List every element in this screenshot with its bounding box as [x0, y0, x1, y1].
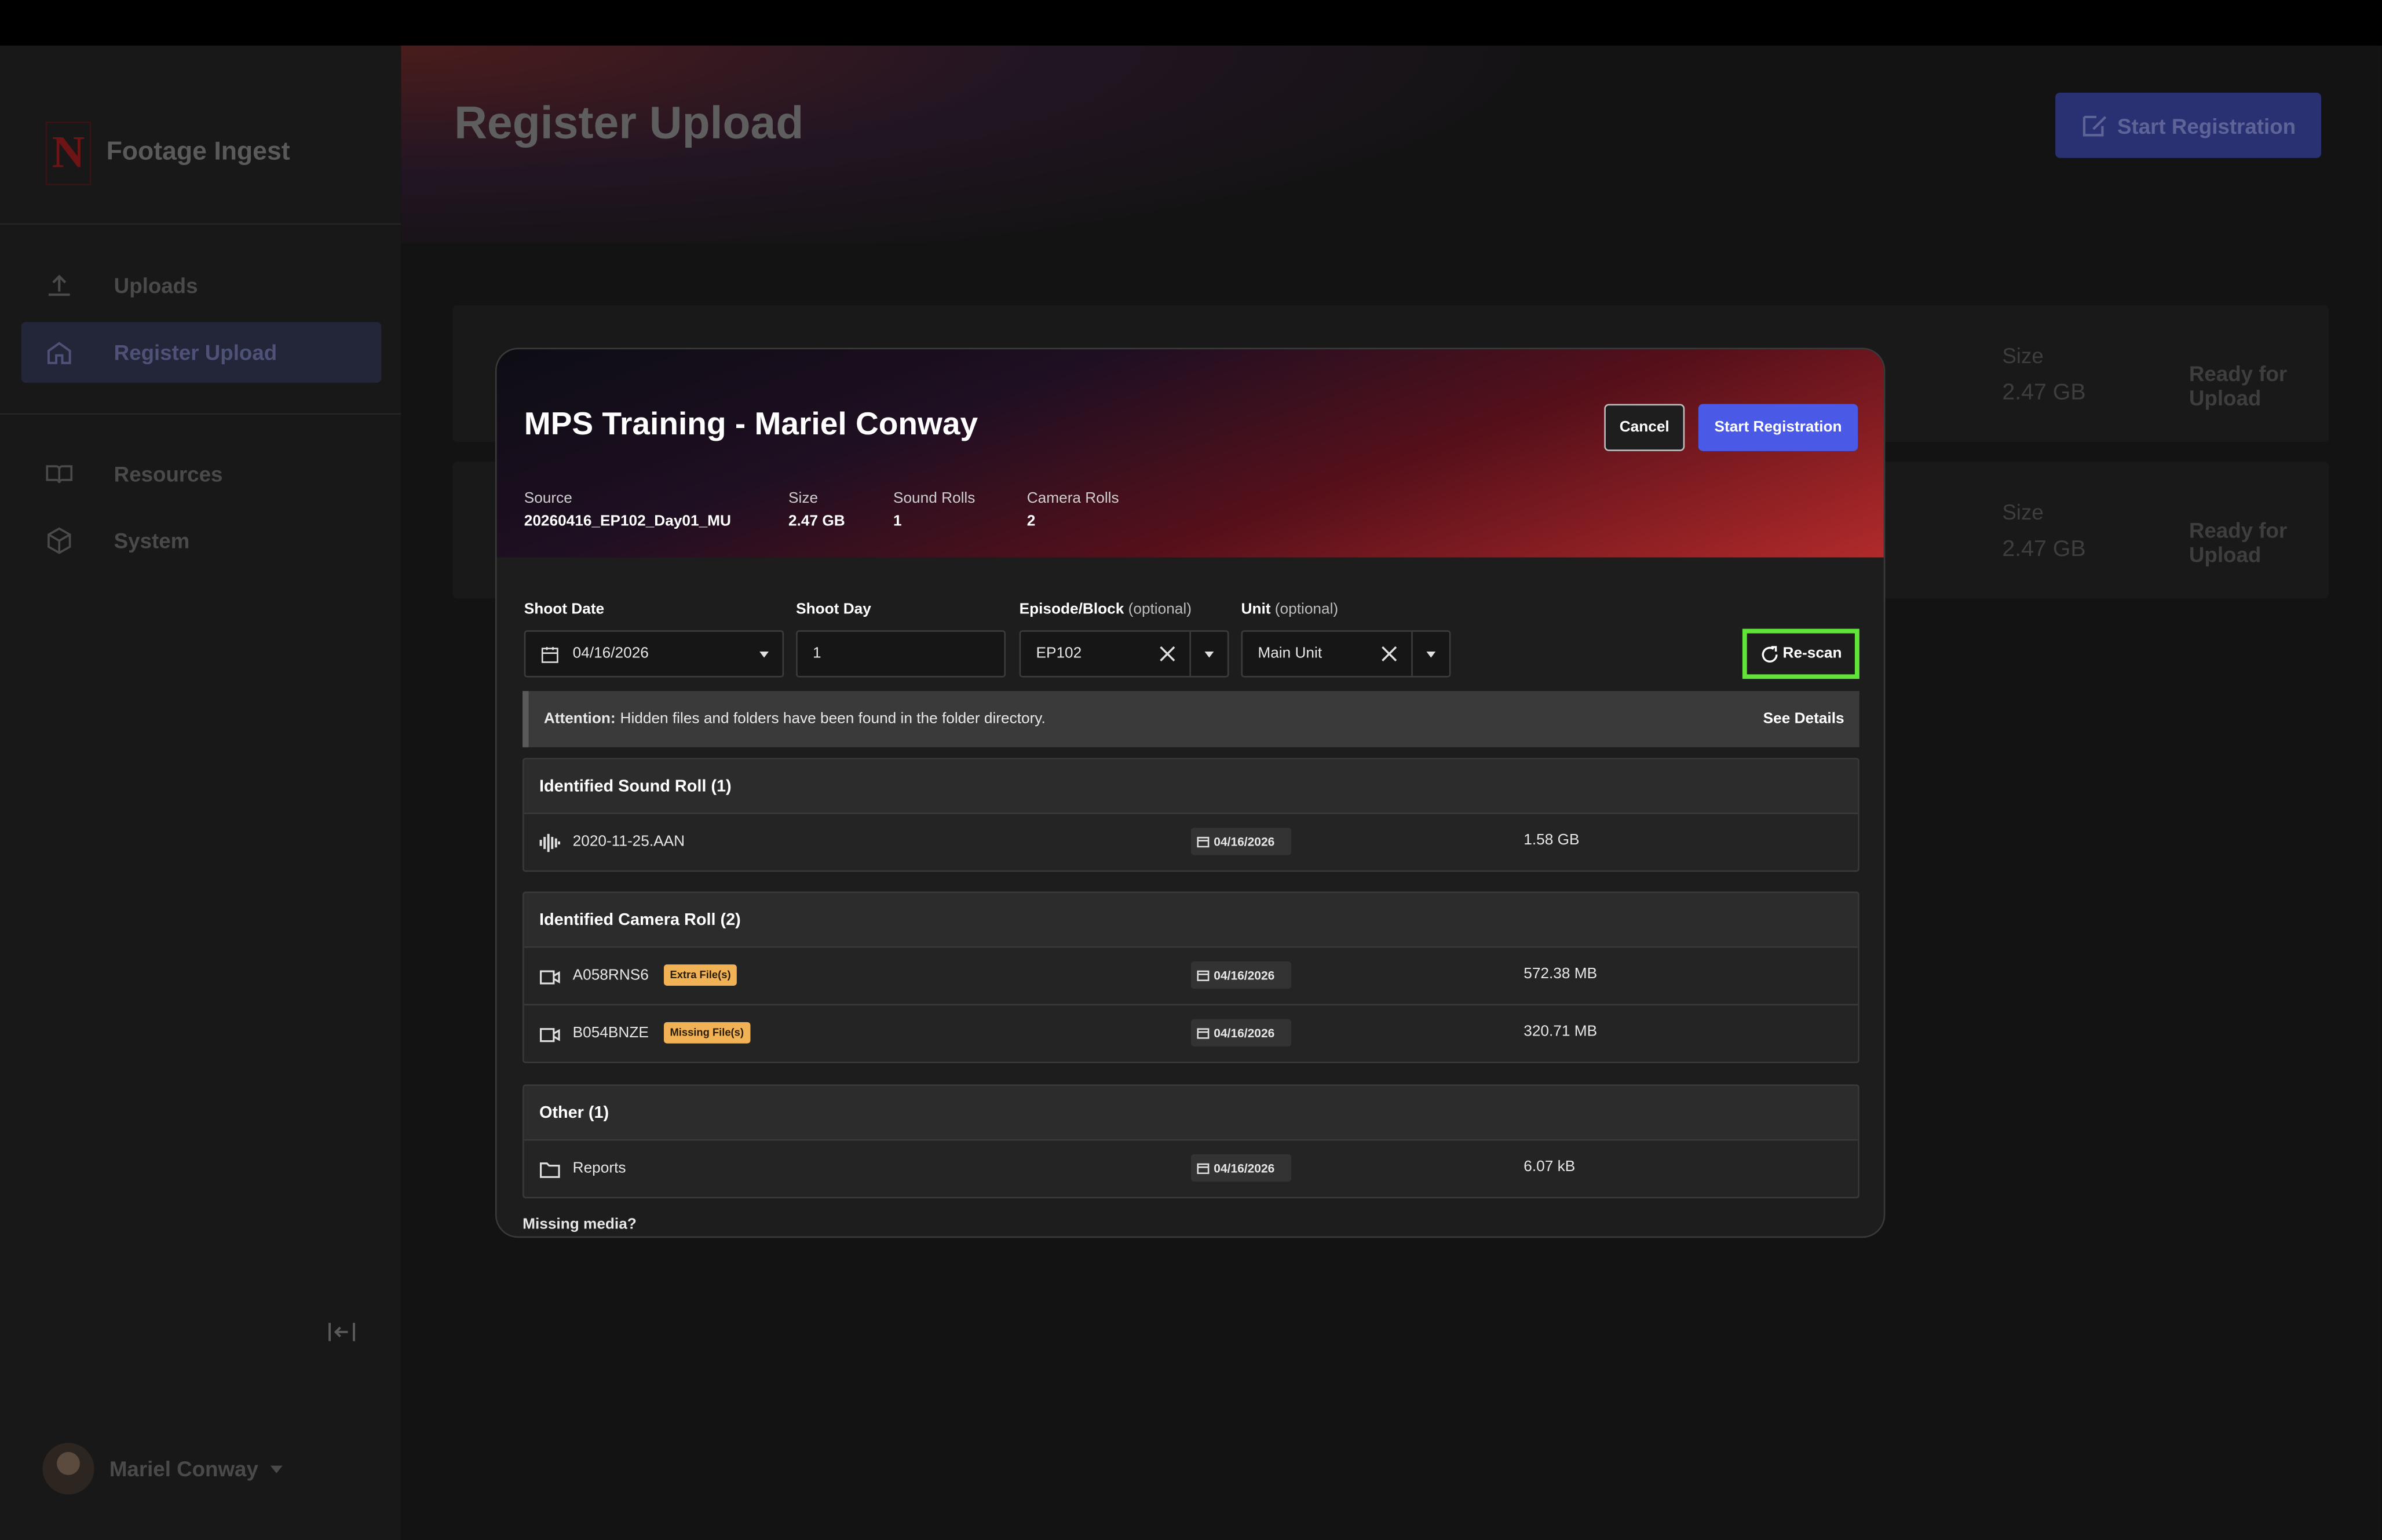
sidebar-item-label: Register Upload — [114, 340, 277, 365]
netflix-logo: N — [45, 121, 92, 185]
shoot-day-label: Shoot Day — [796, 601, 871, 619]
app-window: N Footage Ingest Uploads Register Upload… — [0, 0, 2382, 1540]
modal-title: MPS Training - Mariel Conway — [524, 407, 978, 442]
list-item[interactable]: Reports 04/16/2026 6.07 kB — [524, 1139, 1858, 1197]
other-section: Other (1) Reports 04/16/2026 6.07 kB — [523, 1084, 1859, 1199]
missing-files-badge: Missing File(s) — [663, 1022, 750, 1044]
avatar — [42, 1443, 94, 1495]
chevron-down-icon[interactable] — [1426, 652, 1436, 658]
start-registration-button[interactable]: Start Registration — [1698, 404, 1858, 451]
calendar-icon — [1197, 1163, 1210, 1175]
shoot-date-picker[interactable]: 04/16/2026 — [524, 630, 784, 678]
video-camera-icon — [539, 1023, 561, 1045]
user-name: Mariel Conway — [109, 1456, 258, 1481]
section-header: Other (1) — [524, 1086, 1858, 1139]
chevron-down-icon — [270, 1465, 283, 1473]
date-chip: 04/16/2026 — [1190, 1019, 1292, 1047]
registration-modal: MPS Training - Mariel Conway Cancel Star… — [495, 347, 1886, 1238]
edit-icon — [2083, 115, 2106, 136]
collapse-sidebar-icon[interactable] — [325, 1318, 359, 1345]
shoot-date-label: Shoot Date — [524, 601, 605, 619]
page-title: Register Upload — [454, 98, 804, 149]
video-camera-icon — [539, 966, 561, 987]
clear-icon[interactable] — [1381, 646, 1398, 663]
extra-files-badge: Extra File(s) — [663, 964, 737, 986]
calendar-icon — [1197, 836, 1210, 848]
cube-icon — [34, 527, 85, 554]
start-registration-button[interactable]: Start Registration — [2055, 92, 2322, 158]
sidebar-item-label: System — [114, 528, 190, 553]
upload-icon — [34, 273, 85, 298]
sidebar-item-resources[interactable]: Resources — [21, 444, 382, 504]
unit-label: Unit (optional) — [1241, 601, 1339, 619]
sidebar: N Footage Ingest Uploads Register Upload… — [0, 45, 401, 1540]
audio-waveform-icon — [539, 832, 561, 854]
missing-media-text: Missing media? — [523, 1216, 637, 1234]
attention-banner: Attention: Hidden files and folders have… — [523, 691, 1859, 748]
date-chip: 04/16/2026 — [1190, 1154, 1292, 1182]
section-header: Identified Camera Roll (2) — [524, 892, 1858, 946]
date-chip: 04/16/2026 — [1190, 828, 1292, 855]
episode-select[interactable]: EP102 — [1019, 630, 1229, 678]
sound-roll-section: Identified Sound Roll (1) 2020-11-25.AAN… — [523, 758, 1859, 872]
refresh-icon — [1761, 645, 1777, 662]
sidebar-item-register-upload[interactable]: Register Upload — [21, 321, 382, 383]
app-title: Footage Ingest — [106, 137, 290, 166]
list-item[interactable]: B054BNZE Missing File(s) 04/16/2026 320.… — [524, 1004, 1858, 1062]
modal-header: MPS Training - Mariel Conway Cancel Star… — [496, 349, 1884, 558]
meta-camera-rolls: Camera Rolls 2 — [1026, 491, 1119, 531]
calendar-icon — [541, 646, 558, 663]
list-item[interactable]: A058RNS6 Extra File(s) 04/16/2026 572.38… — [524, 946, 1858, 1004]
sidebar-item-label: Uploads — [114, 273, 198, 298]
camera-roll-section: Identified Camera Roll (2) A058RNS6 Extr… — [523, 891, 1859, 1063]
book-icon — [34, 462, 85, 486]
row-size: Size 2.47 GB — [2002, 499, 2086, 562]
sidebar-header: N Footage Ingest — [0, 46, 401, 225]
folder-icon — [539, 1159, 561, 1180]
meta-size: Size 2.47 GB — [788, 491, 845, 531]
shoot-day-field[interactable]: 1 — [796, 630, 1006, 678]
clear-icon[interactable] — [1159, 646, 1176, 663]
calendar-icon — [1197, 970, 1210, 982]
section-header: Identified Sound Roll (1) — [524, 759, 1858, 813]
row-size: Size 2.47 GB — [2002, 343, 2086, 406]
row-status: Ready for Upload — [2189, 361, 2288, 411]
sidebar-item-system[interactable]: System — [21, 510, 382, 571]
sidebar-item-label: Resources — [114, 462, 223, 486]
cancel-button[interactable]: Cancel — [1604, 404, 1685, 451]
unit-select[interactable]: Main Unit — [1241, 630, 1451, 678]
sidebar-item-uploads[interactable]: Uploads — [21, 255, 382, 316]
user-menu[interactable]: Mariel Conway — [42, 1443, 283, 1495]
see-details-link[interactable]: See Details — [1763, 711, 1844, 727]
meta-sound-rolls: Sound Rolls 1 — [893, 491, 976, 531]
top-bar — [0, 0, 2382, 46]
sidebar-divider — [0, 413, 401, 415]
chevron-down-icon — [759, 652, 769, 658]
meta-source: Source 20260416_EP102_Day01_MU — [524, 491, 731, 531]
rescan-button[interactable]: Re-scan — [1742, 628, 1859, 679]
home-icon — [34, 340, 85, 364]
episode-label: Episode/Block (optional) — [1019, 601, 1192, 619]
calendar-icon — [1197, 1028, 1210, 1039]
row-status: Ready for Upload — [2189, 518, 2288, 567]
list-item[interactable]: 2020-11-25.AAN 04/16/2026 1.58 GB — [524, 812, 1858, 870]
chevron-down-icon[interactable] — [1204, 652, 1214, 658]
date-chip: 04/16/2026 — [1190, 961, 1292, 989]
